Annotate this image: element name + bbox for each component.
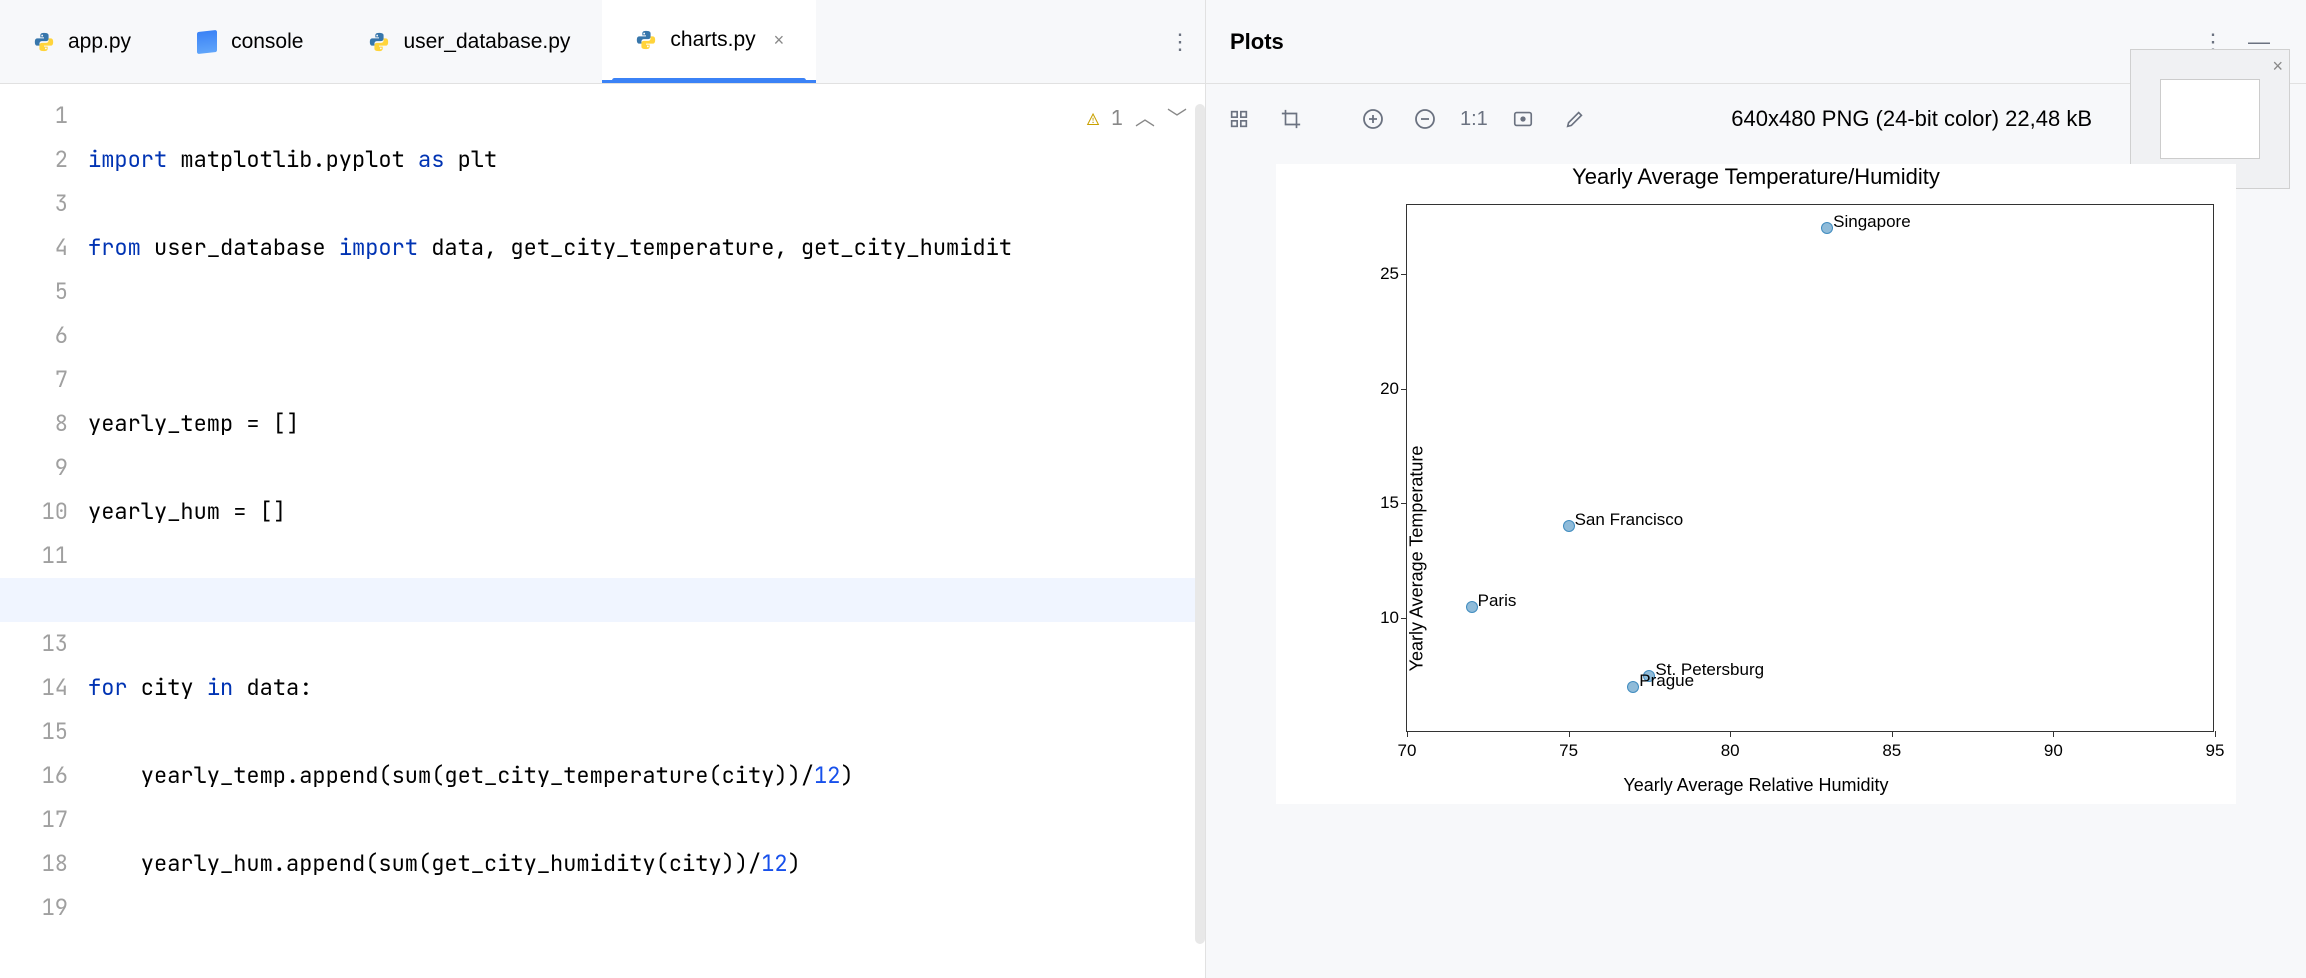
editor-tabs: app.py console user_database.py charts.p… [0,0,1205,84]
panel-title: Plots [1230,29,1284,55]
plot-viewport[interactable]: Yearly Average Temperature/Humidity 70 75… [1206,154,2306,978]
tab-label: user_database.py [403,30,570,54]
tab-options-menu[interactable]: ⋮ [1155,29,1205,55]
warning-icon[interactable]: ⚠ [1087,96,1099,140]
editor-inspection-overlay: ⚠ 1 ︿ ﹀ [1087,96,1187,140]
x-tick: 70 [1398,741,1417,761]
y-axis-label: Yearly Average Temperature [1406,446,1427,672]
tab-label: app.py [68,30,131,54]
tab-charts-py[interactable]: charts.py × [602,0,816,83]
fit-icon[interactable] [1222,102,1256,136]
x-tick: 75 [1559,741,1578,761]
close-icon[interactable]: × [774,30,785,51]
data-label: Paris [1478,591,1517,611]
chart-title: Yearly Average Temperature/Humidity [1276,164,2236,190]
code-editor[interactable]: 123 456 789 101112 131415 161718 19 impo… [0,84,1205,978]
y-tick: 15 [1357,493,1399,513]
data-label: Prague [1639,671,1694,691]
scatter-chart: Yearly Average Temperature/Humidity 70 75… [1276,164,2236,804]
x-tick: 85 [1882,741,1901,761]
line-gutter: 123 456 789 101112 131415 161718 19 [0,84,88,978]
editor-scrollbar[interactable] [1195,104,1205,944]
data-point [1466,601,1478,613]
zoom-out-icon[interactable] [1408,102,1442,136]
zoom-in-icon[interactable] [1356,102,1390,136]
crop-icon[interactable] [1274,102,1308,136]
data-label: Singapore [1833,212,1911,232]
close-icon[interactable]: × [2272,56,2283,77]
python-icon [32,30,56,54]
actual-size-icon[interactable] [1506,102,1540,136]
python-icon [367,30,391,54]
x-axis-label: Yearly Average Relative Humidity [1276,775,2236,796]
x-tick: 90 [2044,741,2063,761]
tab-console[interactable]: console [163,0,335,83]
console-icon [195,30,219,54]
plots-toolbar: 1:1 640x480 PNG (24-bit color) 22,48 kB … [1206,84,2306,154]
data-label: San Francisco [1575,510,1684,530]
tab-label: charts.py [670,28,755,52]
y-tick: 20 [1357,379,1399,399]
python-icon [634,28,658,52]
x-tick: 80 [1721,741,1740,761]
data-point [1821,222,1833,234]
data-point [1563,520,1575,532]
zoom-ratio[interactable]: 1:1 [1460,108,1488,131]
prev-highlight-icon[interactable]: ︿ [1135,96,1155,140]
data-point [1627,681,1639,693]
plot-image-info: 640x480 PNG (24-bit color) 22,48 kB [1731,106,2092,132]
warning-count: 1 [1111,96,1123,140]
code-content[interactable]: import matplotlib.pyplot as plt from use… [88,84,1205,978]
tab-app-py[interactable]: app.py [0,0,163,83]
x-tick: 95 [2206,741,2225,761]
y-tick: 25 [1357,264,1399,284]
tab-label: console [231,30,303,54]
tab-user-database-py[interactable]: user_database.py [335,0,602,83]
next-highlight-icon[interactable]: ﹀ [1167,96,1187,140]
y-tick: 10 [1357,608,1399,628]
edit-icon[interactable] [1558,102,1592,136]
